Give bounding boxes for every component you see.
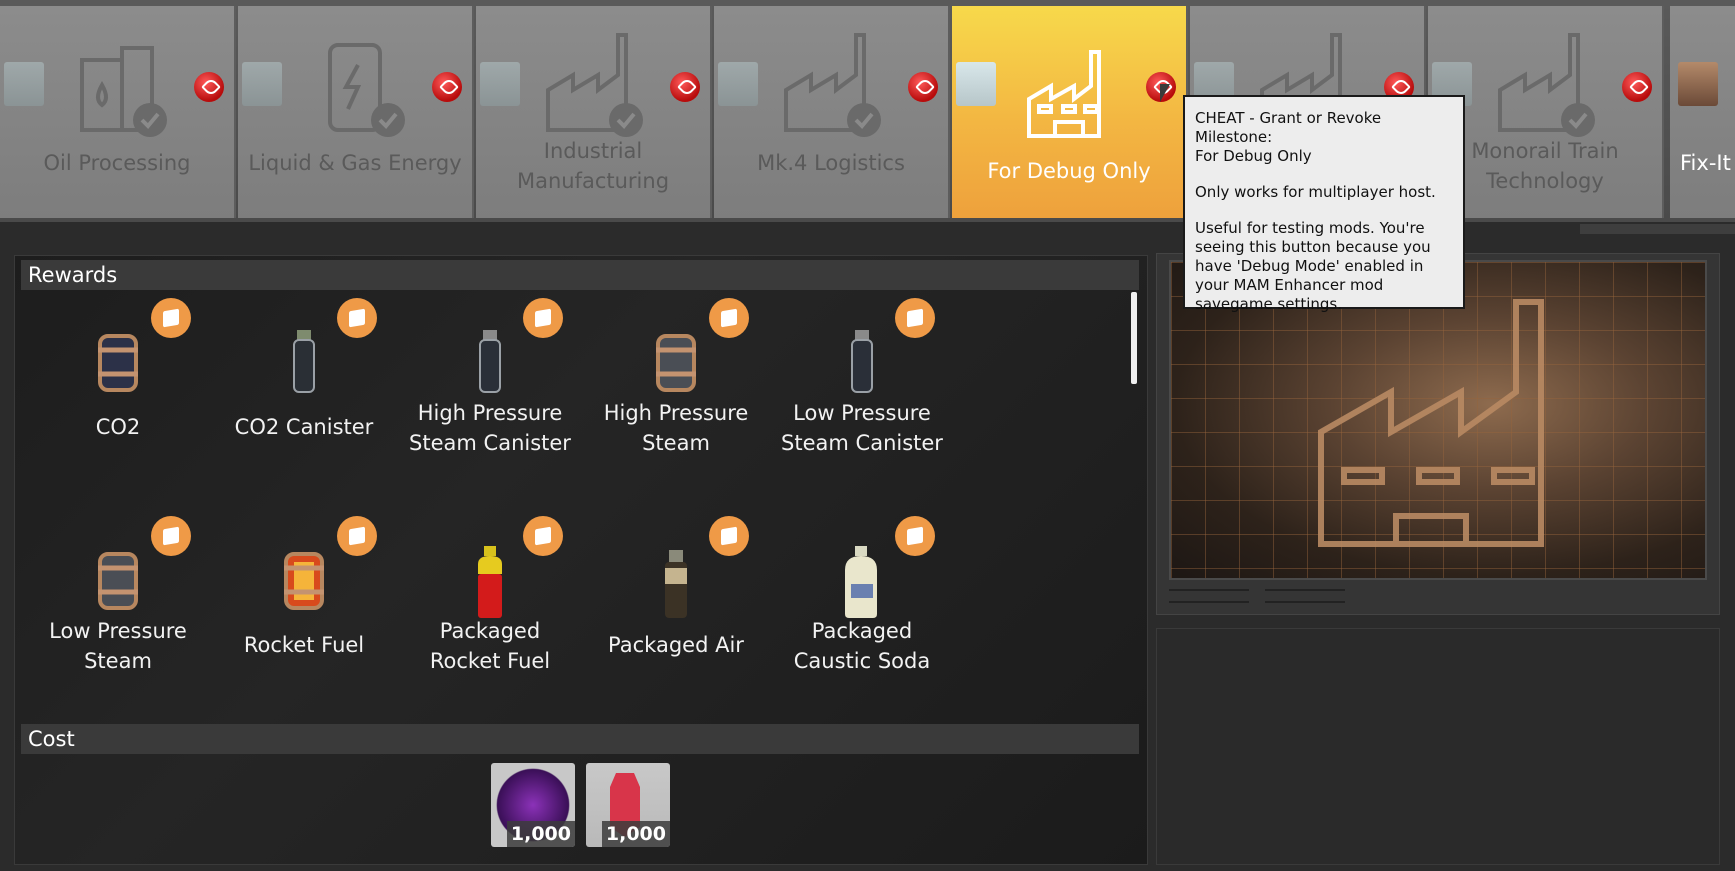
mod-badge-icon bbox=[4, 62, 44, 106]
tooltip-subtitle: For Debug Only bbox=[1195, 147, 1312, 165]
unlock-box-icon bbox=[151, 516, 191, 556]
mod-badge-icon bbox=[480, 62, 520, 106]
milestone-label: Industrial Manufacturing bbox=[516, 139, 670, 193]
cost-quantity: 1,000 bbox=[601, 821, 670, 847]
reward-item-co2[interactable]: CO2 bbox=[25, 298, 211, 498]
milestone-label: Fix-It bbox=[1680, 151, 1731, 175]
reward-item-low-pressure-steam[interactable]: Low Pressure Steam bbox=[25, 516, 211, 716]
reward-label: Packaged Caustic Soda bbox=[793, 619, 931, 673]
tooltip-title: CHEAT - Grant or Revoke Milestone: bbox=[1195, 109, 1382, 146]
milestone-tab-oil-processing[interactable]: Oil Processing bbox=[0, 6, 236, 218]
milestone-scrollbar[interactable] bbox=[1580, 224, 1735, 234]
factory-icon bbox=[1498, 33, 1595, 137]
item-description-panel bbox=[1156, 628, 1720, 865]
cheat-rocket-icon[interactable] bbox=[194, 72, 224, 102]
unlock-box-icon bbox=[895, 516, 935, 556]
unlock-box-icon bbox=[895, 298, 935, 338]
milestone-tab-for-debug-only[interactable]: For Debug Only bbox=[952, 6, 1188, 218]
factory-icon bbox=[546, 33, 643, 137]
canister-icon bbox=[851, 330, 873, 393]
reward-item-co2-canister[interactable]: CO2 Canister bbox=[211, 298, 397, 498]
gas-cylinder-icon bbox=[98, 552, 138, 610]
mod-badge-icon bbox=[956, 62, 996, 106]
cost-header: Cost bbox=[21, 724, 1139, 754]
reward-label: High Pressure Steam bbox=[603, 401, 749, 455]
cheat-rocket-icon[interactable] bbox=[1622, 72, 1652, 102]
preview-tab-2[interactable] bbox=[1265, 589, 1345, 603]
unlock-box-icon bbox=[523, 516, 563, 556]
milestone-label: Liquid & Gas Energy bbox=[248, 151, 462, 175]
preview-tab-1[interactable] bbox=[1169, 589, 1249, 603]
factory-icon bbox=[784, 33, 881, 137]
cheat-rocket-icon[interactable] bbox=[432, 72, 462, 102]
refinery-icon bbox=[80, 46, 167, 137]
unlock-box-icon bbox=[151, 298, 191, 338]
reward-label: Low Pressure Steam Canister bbox=[781, 401, 943, 455]
reward-item-low-pressure-steam-canister[interactable]: Low Pressure Steam Canister bbox=[769, 298, 955, 498]
packaged-air-icon bbox=[665, 550, 687, 618]
rewards-scrollbar[interactable] bbox=[1131, 292, 1137, 384]
milestone-tab-industrial-manufacturing[interactable]: Industrial Manufacturing bbox=[476, 6, 712, 218]
unlock-box-icon bbox=[709, 516, 749, 556]
unlock-box-icon bbox=[709, 298, 749, 338]
mod-badge-icon bbox=[242, 62, 282, 106]
reward-item-packaged-rocket-fuel[interactable]: Packaged Rocket Fuel bbox=[397, 516, 583, 716]
rewards-header: Rewards bbox=[21, 260, 1139, 290]
milestone-details-panel: Rewards CO2 CO2 Canister High Pressure S… bbox=[14, 255, 1148, 865]
canister-icon bbox=[479, 330, 501, 393]
building-thumbnail-icon bbox=[1678, 62, 1718, 106]
cheat-tooltip: CHEAT - Grant or Revoke Milestone: For De… bbox=[1183, 95, 1465, 313]
reward-label: Packaged Rocket Fuel bbox=[429, 619, 551, 673]
milestone-tab-liquid-gas-energy[interactable]: Liquid & Gas Energy bbox=[238, 6, 474, 218]
cheat-rocket-icon[interactable] bbox=[908, 72, 938, 102]
gas-cylinder-icon bbox=[98, 334, 138, 392]
reward-item-high-pressure-steam-canister[interactable]: High Pressure Steam Canister bbox=[397, 298, 583, 498]
canister-icon bbox=[293, 330, 315, 393]
reward-label: CO2 bbox=[95, 415, 141, 439]
cost-quantity: 1,000 bbox=[506, 821, 575, 847]
milestone-label: Mk.4 Logistics bbox=[757, 151, 905, 175]
cost-item-dark-matter[interactable]: 1,000 bbox=[491, 763, 575, 847]
reward-label: Low Pressure Steam bbox=[49, 619, 187, 673]
milestone-label: Oil Processing bbox=[43, 151, 191, 175]
unlock-box-icon bbox=[523, 298, 563, 338]
milestone-tab-bar: Oil Processing Liquid & Gas Energy Indus… bbox=[0, 0, 1735, 222]
reward-label: Packaged Air bbox=[608, 633, 744, 657]
cost-item-crystal[interactable]: 1,000 bbox=[586, 763, 670, 847]
reward-item-rocket-fuel[interactable]: Rocket Fuel bbox=[211, 516, 397, 716]
milestone-label: For Debug Only bbox=[987, 159, 1151, 183]
mod-badge-icon bbox=[718, 62, 758, 106]
reward-item-packaged-air[interactable]: Packaged Air bbox=[583, 516, 769, 716]
factory-icon bbox=[1027, 50, 1101, 138]
cheat-rocket-icon[interactable] bbox=[670, 72, 700, 102]
packaged-fuel-icon bbox=[478, 546, 502, 618]
reward-item-high-pressure-steam[interactable]: High Pressure Steam bbox=[583, 298, 769, 498]
reward-item-packaged-caustic-soda[interactable]: Packaged Caustic Soda bbox=[769, 516, 955, 716]
reward-label: High Pressure Steam Canister bbox=[409, 401, 571, 455]
unlock-box-icon bbox=[337, 516, 377, 556]
jug-icon bbox=[845, 546, 877, 618]
generator-icon bbox=[328, 43, 405, 137]
mouse-cursor-icon bbox=[1160, 84, 1170, 102]
tooltip-host-note: Only works for multiplayer host. bbox=[1195, 183, 1436, 201]
reward-label: Rocket Fuel bbox=[243, 633, 365, 657]
tooltip-debug-note: Useful for testing mods. You're seeing t… bbox=[1195, 219, 1431, 313]
rocket-fuel-cylinder-icon bbox=[284, 552, 324, 610]
gas-cylinder-icon bbox=[656, 334, 696, 392]
unlock-box-icon bbox=[337, 298, 377, 338]
milestone-tab-mk4-logistics[interactable]: Mk.4 Logistics bbox=[714, 6, 950, 218]
milestone-tab-fix-it[interactable]: Fix-It bbox=[1670, 6, 1735, 218]
reward-label: CO2 Canister bbox=[234, 415, 374, 439]
